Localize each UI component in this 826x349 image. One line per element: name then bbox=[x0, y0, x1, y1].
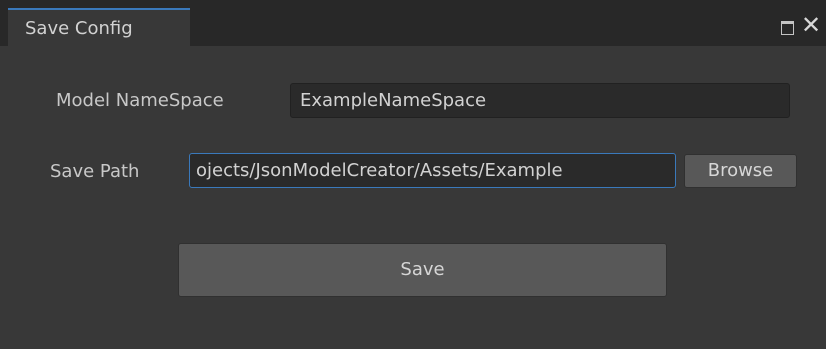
tab-save-config[interactable]: Save Config bbox=[8, 8, 190, 46]
tab-title: Save Config bbox=[25, 18, 133, 39]
save-config-window: Save Config ✕ Model NameSpace ExampleNam… bbox=[0, 0, 826, 349]
save-path-input[interactable]: ojects/JsonModelCreator/Assets/Example bbox=[189, 153, 676, 188]
title-bar: Save Config ✕ bbox=[0, 0, 826, 46]
maximize-icon-box bbox=[781, 21, 794, 35]
save-path-label: Save Path bbox=[50, 161, 140, 182]
model-namespace-label: Model NameSpace bbox=[56, 90, 224, 111]
maximize-icon[interactable] bbox=[780, 20, 796, 35]
model-namespace-input[interactable]: ExampleNameSpace bbox=[290, 83, 790, 118]
save-button[interactable]: Save bbox=[178, 243, 667, 297]
browse-button[interactable]: Browse bbox=[684, 154, 797, 188]
close-icon[interactable]: ✕ bbox=[798, 11, 824, 39]
